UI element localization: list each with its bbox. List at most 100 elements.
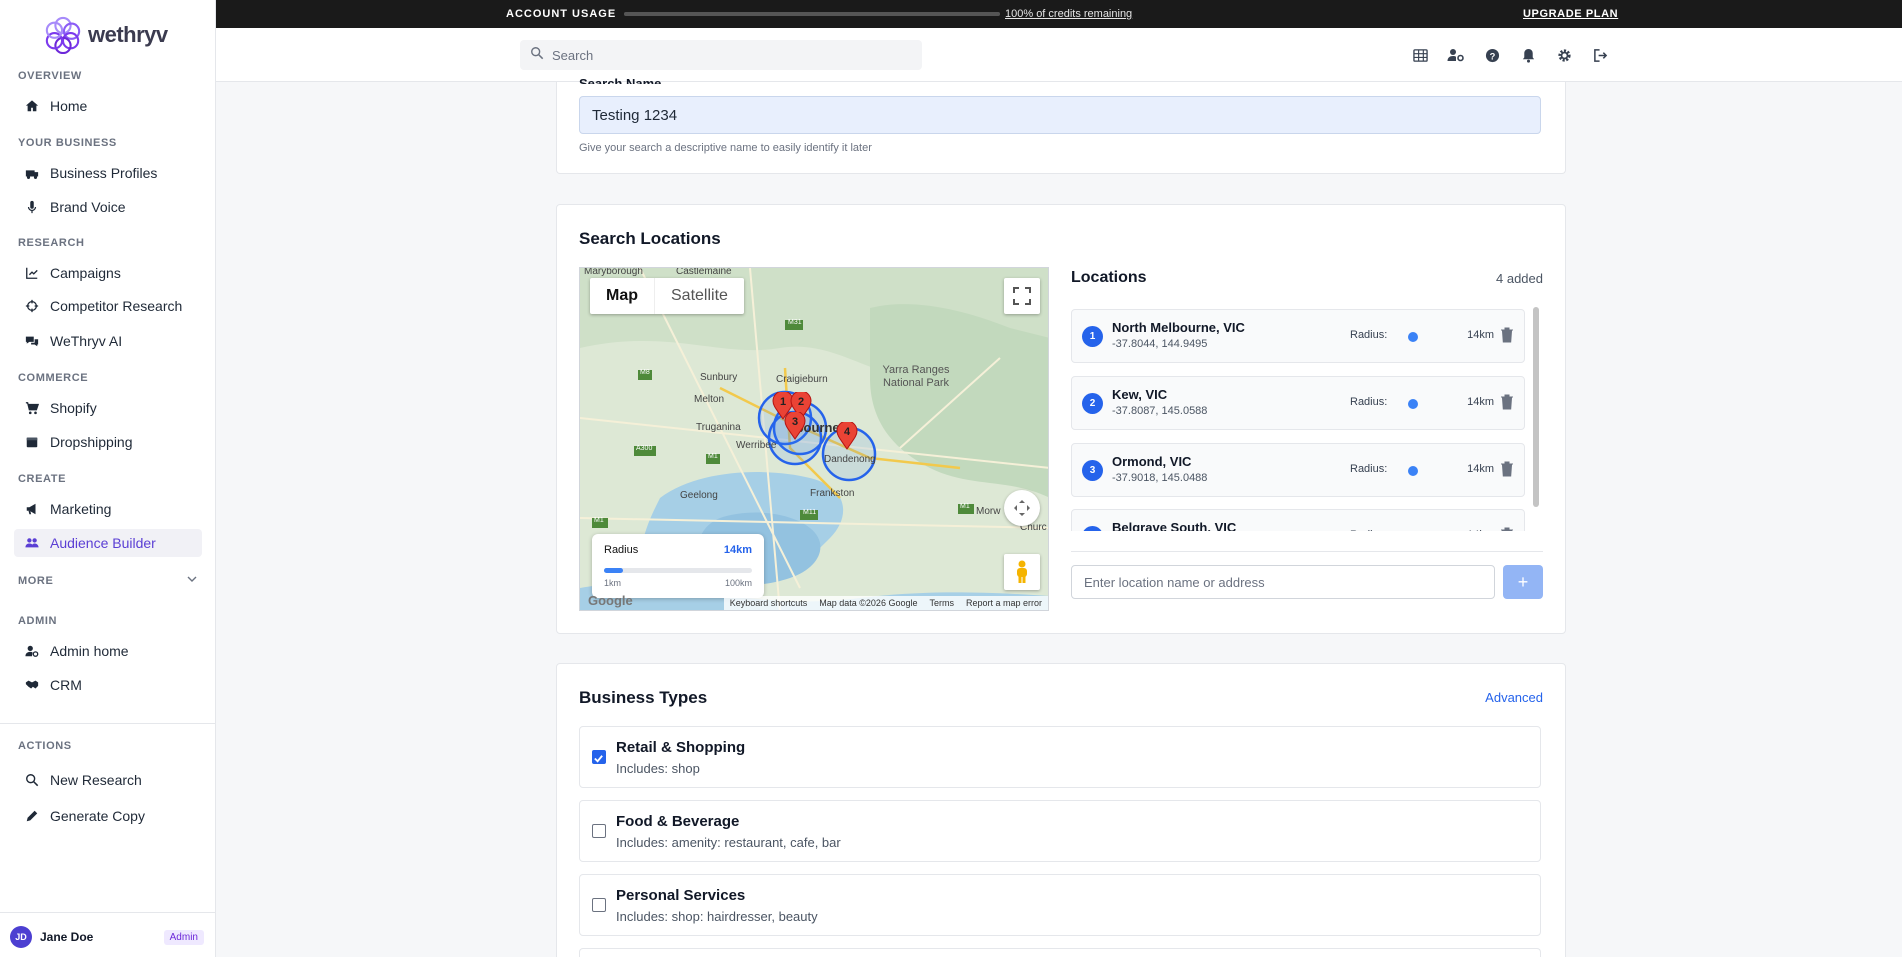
trash-icon[interactable] bbox=[1500, 327, 1514, 343]
location-name: Kew, VIC bbox=[1112, 387, 1168, 402]
section-your-business: YOUR BUSINESS bbox=[18, 137, 117, 149]
sidebar-item-crm[interactable]: CRM bbox=[14, 671, 202, 699]
trash-icon[interactable] bbox=[1500, 527, 1514, 531]
top-header: ? bbox=[216, 28, 1902, 82]
logout-icon[interactable] bbox=[1590, 45, 1610, 65]
gear-icon[interactable] bbox=[1554, 45, 1574, 65]
locations-list[interactable]: 1 North Melbourne, VIC -37.8044, 144.949… bbox=[1071, 305, 1543, 531]
section-research: RESEARCH bbox=[18, 237, 85, 249]
map-data-credit: Map data ©2026 Google bbox=[819, 598, 918, 608]
checkbox[interactable] bbox=[592, 824, 606, 838]
location-coords: -37.8087, 145.0588 bbox=[1112, 405, 1208, 417]
chat-icon bbox=[24, 333, 40, 349]
sidebar-item-generate-copy[interactable]: Generate Copy bbox=[14, 802, 202, 830]
search-locations-title: Search Locations bbox=[579, 229, 721, 248]
map-marker-4[interactable]: 4 bbox=[836, 422, 858, 450]
business-type-option[interactable]: Food & Beverage Includes: amenity: resta… bbox=[579, 800, 1541, 862]
sidebar-item-campaigns[interactable]: Campaigns bbox=[14, 259, 202, 287]
megaphone-icon bbox=[24, 501, 40, 517]
checkbox[interactable] bbox=[592, 898, 606, 912]
map-view[interactable]: Maryborough Castlemaine Sunbury Craigieb… bbox=[579, 267, 1049, 611]
location-item: 4 Belgrave South, VIC Radius: 14km bbox=[1071, 509, 1525, 531]
google-logo: Google bbox=[588, 593, 633, 608]
global-search[interactable] bbox=[520, 40, 922, 70]
trash-icon[interactable] bbox=[1500, 461, 1514, 477]
credits-remaining-link[interactable]: 100% of credits remaining bbox=[1005, 8, 1132, 20]
business-type-includes: Includes: shop: hairdresser, beauty bbox=[616, 909, 818, 924]
location-coords: -37.9018, 145.0488 bbox=[1112, 472, 1208, 484]
map-mode-button[interactable]: Map bbox=[590, 278, 654, 314]
advanced-link[interactable]: Advanced bbox=[1457, 690, 1543, 705]
report-map-error-link[interactable]: Report a map error bbox=[966, 598, 1042, 608]
location-number-badge: 1 bbox=[1082, 326, 1103, 347]
chevron-down-icon bbox=[186, 573, 198, 588]
user-profile[interactable]: JD Jane Doe Admin bbox=[10, 926, 204, 948]
map-marker-3[interactable]: 3 bbox=[784, 412, 806, 440]
sidebar-item-competitor-research[interactable]: Competitor Research bbox=[14, 292, 202, 320]
sidebar-item-business-profiles[interactable]: Business Profiles bbox=[14, 159, 202, 187]
sidebar-footer-divider bbox=[0, 912, 216, 913]
help-icon[interactable]: ? bbox=[1482, 45, 1502, 65]
slider-thumb[interactable] bbox=[1408, 466, 1418, 476]
business-type-option[interactable]: Personal Services Includes: shop: hairdr… bbox=[579, 874, 1541, 936]
location-radius-slider[interactable] bbox=[1408, 466, 1458, 476]
map-marker-label: 1 bbox=[780, 396, 786, 408]
sidebar-item-label: Shopify bbox=[50, 400, 97, 416]
business-type-option[interactable]: Retail & Shopping Includes: shop bbox=[579, 726, 1541, 788]
location-radius-slider[interactable] bbox=[1408, 332, 1458, 342]
locations-scrollbar[interactable] bbox=[1533, 307, 1539, 507]
location-search-input[interactable] bbox=[1071, 565, 1495, 599]
brand-logo[interactable]: wethryv bbox=[44, 16, 168, 54]
user-settings-icon[interactable] bbox=[1446, 45, 1466, 65]
location-item: 2 Kew, VIC -37.8087, 145.0588 Radius: 14… bbox=[1071, 376, 1525, 430]
sidebar-item-admin-home[interactable]: Admin home bbox=[14, 637, 202, 665]
grid-icon[interactable] bbox=[1410, 45, 1430, 65]
street-view-button[interactable] bbox=[1004, 554, 1040, 590]
sidebar-item-marketing[interactable]: Marketing bbox=[14, 495, 202, 523]
search-name-input[interactable] bbox=[579, 96, 1541, 134]
add-location-button[interactable]: + bbox=[1503, 565, 1543, 599]
location-item: 1 North Melbourne, VIC -37.8044, 144.949… bbox=[1071, 309, 1525, 363]
search-input[interactable] bbox=[552, 47, 892, 63]
satellite-mode-button[interactable]: Satellite bbox=[654, 278, 744, 314]
fullscreen-button[interactable] bbox=[1004, 278, 1040, 314]
business-icon bbox=[24, 165, 40, 181]
business-types-card: Business Types Advanced Retail & Shoppin… bbox=[556, 663, 1566, 957]
road-shield: A300 bbox=[636, 445, 653, 452]
avatar: JD bbox=[10, 926, 32, 948]
business-type-option-partial[interactable] bbox=[579, 948, 1541, 957]
slider-thumb[interactable] bbox=[1408, 399, 1418, 409]
trash-icon[interactable] bbox=[1500, 394, 1514, 410]
upgrade-plan-link[interactable]: UPGRADE PLAN bbox=[1523, 8, 1618, 20]
sidebar-item-dropshipping[interactable]: Dropshipping bbox=[14, 428, 202, 456]
map-place-label: Maryborough bbox=[584, 267, 643, 277]
map-place-label: Truganina bbox=[696, 422, 741, 433]
keyboard-shortcuts-link[interactable]: Keyboard shortcuts bbox=[730, 598, 808, 608]
pencil-icon bbox=[24, 808, 40, 824]
slider-thumb[interactable] bbox=[1408, 332, 1418, 342]
sidebar-item-label: Dropshipping bbox=[50, 434, 133, 450]
sidebar-item-wethryv-ai[interactable]: WeThryv AI bbox=[14, 327, 202, 355]
radius-slider[interactable] bbox=[604, 568, 752, 573]
map-marker-label: 4 bbox=[844, 426, 851, 438]
sidebar-item-label: Competitor Research bbox=[50, 298, 183, 314]
sidebar-item-new-research[interactable]: New Research bbox=[14, 766, 202, 794]
map-pan-control[interactable] bbox=[1004, 490, 1040, 526]
header-actions: ? bbox=[1410, 45, 1610, 65]
checkbox[interactable] bbox=[592, 750, 606, 764]
business-types-title: Business Types bbox=[579, 688, 708, 707]
sidebar-item-shopify[interactable]: Shopify bbox=[14, 394, 202, 422]
location-radius-slider[interactable] bbox=[1408, 399, 1458, 409]
sidebar-more-toggle[interactable]: MORE bbox=[18, 573, 198, 588]
location-radius-value: 14km bbox=[1464, 529, 1494, 531]
terms-link[interactable]: Terms bbox=[929, 598, 954, 608]
sidebar-item-brand-voice[interactable]: Brand Voice bbox=[14, 193, 202, 221]
pegman-icon bbox=[1017, 560, 1027, 583]
bell-icon[interactable] bbox=[1518, 45, 1538, 65]
road-shield: M8 bbox=[640, 369, 650, 376]
locations-title: Locations bbox=[1071, 269, 1147, 286]
sidebar-item-audience-builder[interactable]: Audience Builder bbox=[14, 529, 202, 557]
sidebar-item-home[interactable]: Home bbox=[14, 92, 202, 120]
user-gear-icon bbox=[24, 643, 40, 659]
map-place-label: Sunbury bbox=[700, 372, 738, 383]
